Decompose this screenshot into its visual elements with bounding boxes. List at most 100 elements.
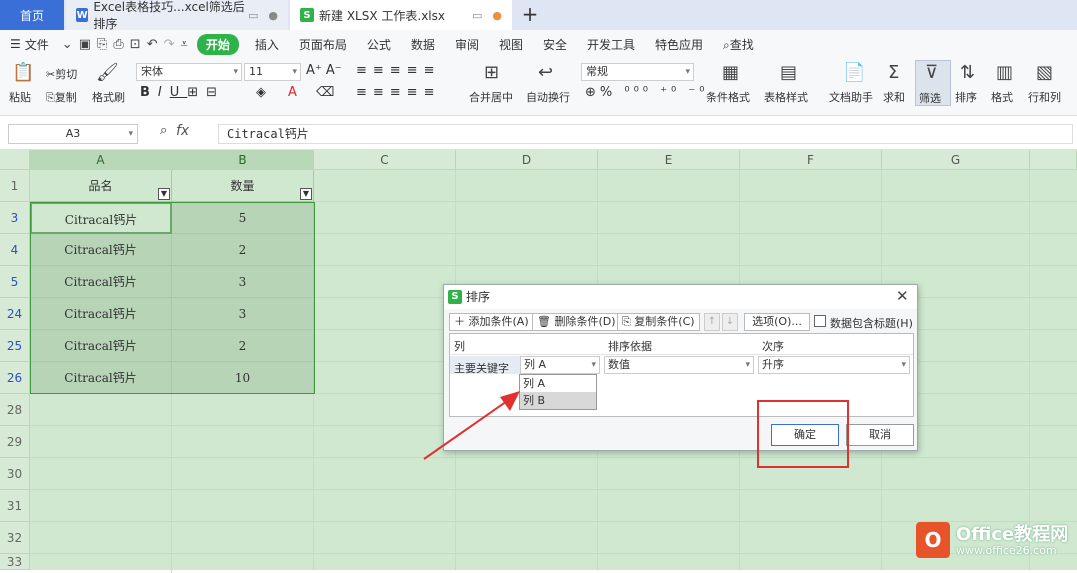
row-header-5[interactable]: 5 (0, 266, 30, 298)
tab-home[interactable]: 首页 (0, 0, 64, 30)
menu-file[interactable]: 文件 (25, 36, 59, 53)
row-header-1[interactable]: 1 (0, 170, 30, 202)
column-header-f[interactable]: F (740, 150, 882, 170)
column-header-h[interactable] (1030, 150, 1077, 170)
cell-b3[interactable]: 5 (172, 202, 314, 234)
name-box[interactable]: A3 (8, 124, 138, 144)
row-header-24[interactable]: 24 (0, 298, 30, 330)
options-button[interactable]: 选项(O)... (744, 313, 810, 331)
sum-button[interactable]: 求和 (883, 89, 905, 105)
cell-a24[interactable]: Citracal钙片 (30, 298, 172, 330)
row-header-32[interactable]: 32 (0, 522, 30, 554)
redo-icon[interactable]: ↷ (161, 37, 178, 52)
filter-button[interactable]: ⊽ 筛选 (915, 60, 951, 106)
row-column-button[interactable]: 行和列 (1028, 89, 1061, 105)
conditional-format-button[interactable]: 条件格式 (706, 89, 750, 105)
cell-a25[interactable]: Citracal钙片 (30, 330, 172, 362)
option-column-a[interactable]: 列 A (520, 375, 596, 392)
column-select[interactable]: 列 A (520, 356, 600, 374)
cell-a5[interactable]: Citracal钙片 (30, 266, 172, 298)
delete-condition-button[interactable]: 🗑 删除条件(D) (532, 313, 621, 331)
cell-a3[interactable]: Citracal钙片 (30, 202, 172, 234)
sort-order-select[interactable]: 升序 (758, 356, 910, 374)
document-assistant-button[interactable]: 文档助手 (829, 89, 873, 105)
copy-condition-button[interactable]: ⎘ 复制条件(C) (617, 313, 700, 331)
tab-document[interactable]: W Excel表格技巧...xcel筛选后排序 ▭ ● (66, 0, 288, 31)
cell-b24[interactable]: 3 (172, 298, 314, 330)
column-header-e[interactable]: E (598, 150, 740, 170)
cell-a26[interactable]: Citracal钙片 (30, 362, 172, 394)
cell-b5[interactable]: 3 (172, 266, 314, 298)
font-size-select[interactable]: 11 (244, 63, 301, 81)
menu-view[interactable]: 视图 (489, 36, 533, 53)
font-style-buttons[interactable]: BIU⊞⊟ (140, 85, 225, 100)
chevron-down-icon[interactable]: ⌄ (59, 37, 76, 52)
clear-format-icon[interactable]: ⌫ (316, 85, 334, 100)
paste-icon[interactable]: 📋 (12, 62, 34, 83)
row-header-29[interactable]: 29 (0, 426, 30, 458)
cell-b25[interactable]: 2 (172, 330, 314, 362)
move-down-icon[interactable]: ↓ (722, 313, 738, 331)
number-format-select[interactable]: 常规 (581, 63, 694, 81)
add-condition-button[interactable]: ＋ 添加条件(A) (449, 313, 534, 331)
table-style-icon[interactable]: ▤ (780, 62, 797, 83)
cell-b4[interactable]: 2 (172, 234, 314, 266)
menu-features[interactable]: 特色应用 (645, 36, 713, 53)
format-icon[interactable]: ▥ (996, 62, 1013, 83)
format-painter-icon[interactable]: 🖌 (96, 62, 119, 83)
align-horizontal-icons[interactable]: ≡≡≡≡≡ (356, 85, 440, 100)
sort-icon[interactable]: ⇅ (960, 62, 975, 83)
font-color-icon[interactable]: A (288, 85, 297, 100)
sum-icon[interactable]: Σ (888, 62, 899, 83)
row-header-4[interactable]: 4 (0, 234, 30, 266)
undo-icon[interactable]: ↶ (144, 37, 161, 52)
conditional-format-icon[interactable]: ▦ (722, 62, 739, 83)
align-top-icons[interactable]: ≡≡≡≡≡ (356, 63, 440, 78)
sort-basis-select[interactable]: 数值 (604, 356, 754, 374)
cell-b26[interactable]: 10 (172, 362, 314, 394)
menu-insert[interactable]: 插入 (245, 36, 289, 53)
column-header-c[interactable]: C (314, 150, 456, 170)
filter-active-icon[interactable]: ▼ (158, 188, 170, 200)
function-icon[interactable]: fx (176, 123, 189, 139)
row-header-3[interactable]: 3 (0, 202, 30, 234)
wrap-icon[interactable]: ↩ (538, 62, 553, 83)
menu-review[interactable]: 审阅 (445, 36, 489, 53)
option-column-b[interactable]: 列 B (520, 392, 596, 409)
cell-a4[interactable]: Citracal钙片 (30, 234, 172, 266)
menu-page-layout[interactable]: 页面布局 (289, 36, 357, 53)
more-icon[interactable]: ⩡ (178, 37, 191, 52)
has-header-checkbox[interactable] (814, 315, 826, 327)
row-header-30[interactable]: 30 (0, 458, 30, 490)
menu-developer[interactable]: 开发工具 (577, 36, 645, 53)
select-all-corner[interactable] (0, 150, 30, 170)
fill-color-icon[interactable]: ◈ (256, 85, 266, 100)
row-column-icon[interactable]: ▧ (1036, 62, 1053, 83)
copy-button[interactable]: ⎘复制 (46, 89, 77, 105)
column-header-a[interactable]: A (30, 150, 172, 170)
merge-icon[interactable]: ⊞ (484, 62, 499, 83)
menu-start[interactable]: 开始 (196, 33, 239, 55)
wrap-text-button[interactable]: 自动换行 (526, 89, 570, 105)
document-assistant-icon[interactable]: 📄 (843, 62, 865, 83)
preview-icon[interactable]: ⊡ (127, 37, 144, 52)
formula-input[interactable]: Citracal钙片 (218, 124, 1073, 144)
font-family-select[interactable]: 宋体 (136, 63, 242, 81)
row-header-26[interactable]: 26 (0, 362, 30, 394)
row-header-28[interactable]: 28 (0, 394, 30, 426)
zoom-icon[interactable]: ⌕ (160, 123, 167, 138)
menu-data[interactable]: 数据 (401, 36, 445, 53)
column-header-g[interactable]: G (882, 150, 1030, 170)
move-up-icon[interactable]: ↑ (704, 313, 720, 331)
format-button[interactable]: 格式 (991, 89, 1013, 105)
font-grow-icon[interactable]: A⁺ A⁻ (306, 63, 342, 78)
close-icon[interactable]: ✕ (896, 287, 909, 305)
row-header-31[interactable]: 31 (0, 490, 30, 522)
cancel-button[interactable]: 取消 (846, 424, 914, 446)
row-header-33[interactable]: 33 (0, 554, 30, 570)
filter-dropdown-icon[interactable]: ▼ (300, 188, 312, 200)
paste-button[interactable]: 粘贴 (9, 89, 31, 105)
merge-center-button[interactable]: 合并居中 (469, 89, 513, 105)
save-icon[interactable]: ▣ (76, 37, 94, 52)
number-format-icons[interactable]: ⊕% ⁰⁰⁰ ⁺⁰ ⁻⁰ (585, 85, 708, 100)
